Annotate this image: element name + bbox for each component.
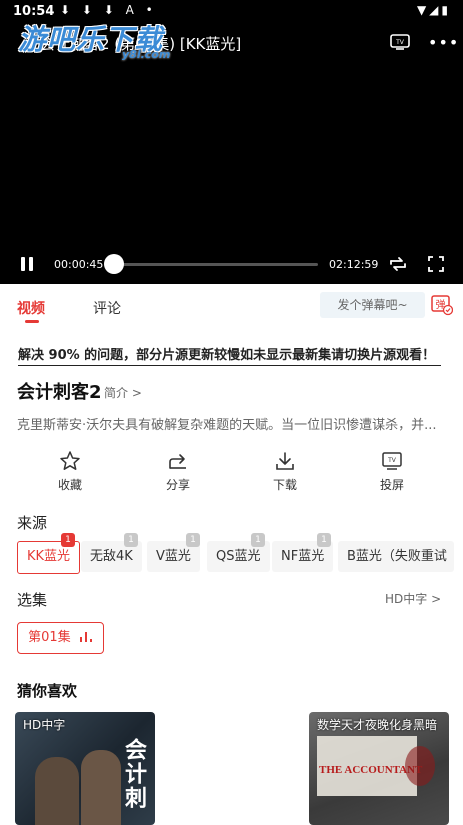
progress-bar[interactable] — [115, 263, 318, 266]
source-b-bluray[interactable]: B蓝光（失败重试 — [338, 541, 454, 572]
episode-01-button[interactable]: 第01集 — [17, 622, 104, 654]
progress-knob[interactable] — [104, 254, 124, 274]
tab-video[interactable]: 视频 — [17, 298, 45, 318]
source-badge: 1 — [124, 533, 138, 547]
favorite-button[interactable]: 收藏 — [40, 450, 100, 493]
current-time: 00:00:45 — [54, 258, 104, 271]
tv-cast-icon: TV — [382, 452, 402, 470]
recommend-poster[interactable]: 数学天才夜晚化身黑暗 THE ACCOUNTANT — [309, 712, 449, 825]
episode-section-label: 选集 — [17, 591, 48, 609]
poster-tag: 数学天才夜晚化身黑暗 — [317, 718, 438, 732]
star-icon — [60, 451, 80, 470]
movie-description: 克里斯蒂安·沃尔夫具有破解复杂难题的天赋。当一位旧识惨遭谋杀，并... — [17, 418, 437, 433]
poster-tag: HD中字 — [23, 718, 66, 732]
poster-stain — [405, 746, 435, 786]
download-button[interactable]: 下载 — [255, 450, 315, 493]
poster-figure — [35, 757, 79, 825]
favorite-label: 收藏 — [57, 478, 82, 492]
tab-active-indicator — [25, 320, 39, 323]
playing-bars-icon — [79, 632, 92, 642]
share-icon — [169, 454, 186, 469]
cast-button[interactable]: TV 投屏 — [362, 450, 422, 493]
recommend-poster[interactable]: HD中字 会计刺 — [15, 712, 155, 825]
movie-title: 会计刺客2 — [17, 382, 102, 403]
svg-text:TV: TV — [387, 457, 397, 464]
source-section-label: 来源 — [17, 514, 48, 532]
intro-link[interactable]: 简介 > — [104, 384, 142, 401]
more-icon[interactable]: ••• — [428, 33, 459, 52]
loop-mode-icon[interactable] — [388, 254, 408, 274]
video-player[interactable]: 10:54 ⬇ ⬇ ⬇ A • ▼◢▮ 会计刺客2 (第01集) [KK蓝光] … — [0, 0, 463, 284]
tab-comments[interactable]: 评论 — [93, 298, 121, 318]
status-time: 10:54 — [13, 4, 55, 19]
fullscreen-icon[interactable] — [427, 255, 445, 273]
download-icon — [276, 452, 294, 470]
danmu-input[interactable]: 发个弹幕吧~ — [320, 292, 425, 318]
notice-banner: 解决 90% 的问题，部分片源更新较慢如未显示最新集请切换片源观看！ — [18, 344, 441, 366]
source-badge: 1 — [61, 533, 75, 547]
cast-label: 投屏 — [379, 478, 404, 492]
quality-link[interactable]: HD中字 > — [385, 590, 441, 607]
danmu-toggle-icon[interactable]: 弹 — [431, 294, 453, 316]
poster-figure — [81, 750, 121, 825]
svg-text:TV: TV — [395, 39, 405, 46]
download-label: 下载 — [272, 478, 297, 492]
share-label: 分享 — [165, 478, 190, 492]
status-signal-battery-icons: ▼◢▮ — [416, 3, 451, 17]
share-button[interactable]: 分享 — [148, 450, 208, 493]
episode-label: 第01集 — [28, 630, 71, 645]
source-badge: 1 — [186, 533, 200, 547]
status-notification-icons: ⬇ ⬇ ⬇ A • — [60, 3, 157, 17]
poster-title-text: 会计刺 — [121, 738, 146, 810]
source-badge: 1 — [251, 533, 265, 547]
watermark-url: y8l.com — [122, 48, 171, 61]
total-time: 02:12:59 — [329, 258, 379, 271]
tv-cast-icon[interactable]: TV — [390, 34, 410, 50]
recommend-title: 猜你喜欢 — [17, 682, 78, 700]
source-badge: 1 — [317, 533, 331, 547]
pause-icon[interactable] — [18, 255, 36, 273]
